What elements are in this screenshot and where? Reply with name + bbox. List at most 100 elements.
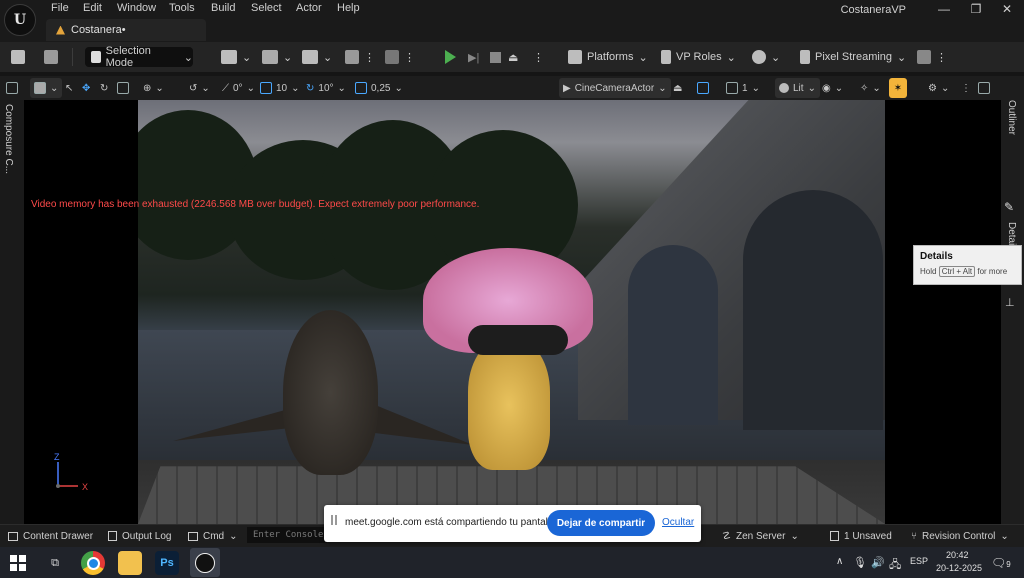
menu-tools[interactable]: Tools [169,2,195,16]
angle-snap-value[interactable]: ↻ 10° ⌄ [306,78,346,98]
volume-icon[interactable]: 🔊 [871,556,885,569]
zen-server-button[interactable]: ☡ Zen Server ⌄ [722,528,799,544]
eject-button[interactable]: ⏏ [508,46,518,68]
toolbar-divider [72,48,73,66]
file-explorer-icon[interactable] [118,551,142,575]
zen-icon: ☡ [722,530,731,542]
viewport-more-icon[interactable]: ⋮ [961,78,971,98]
task-view-icon[interactable]: ⧉ [43,551,67,575]
pixel-streaming-dropdown[interactable]: Pixel Streaming ⌄ [800,46,906,68]
level-tab[interactable]: Costanera• [46,19,206,41]
grid-snap-value[interactable]: 10 ⌄ [260,78,300,98]
realtime-toggle-icon[interactable]: ✶ [889,78,907,98]
output-log-button[interactable]: Output Log [108,528,171,544]
camera-settings-icon[interactable] [697,78,709,98]
scale-tool-icon[interactable] [117,78,129,98]
windows-start-icon[interactable] [8,553,28,573]
menu-window[interactable]: Window [117,2,156,16]
build-button[interactable]: ⋮ [345,46,375,68]
language-indicator[interactable]: ESP [910,556,928,566]
play-button[interactable] [445,46,456,68]
level-viewport[interactable] [24,100,1001,524]
add-actor-button[interactable]: ⌄ [221,46,251,68]
close-button[interactable]: ✕ [993,0,1021,18]
composure-tab[interactable]: Composure C... [3,104,14,174]
content-drawer-button[interactable]: Content Drawer [8,528,93,544]
seal-figure [283,310,378,475]
platforms-dropdown[interactable]: Platforms ⌄ [568,46,648,68]
maximize-viewport-icon[interactable] [978,78,990,98]
eject-camera-icon[interactable]: ⏏ [673,78,682,98]
cinematics-button[interactable]: ⌄ [302,46,332,68]
hide-link[interactable]: Ocultar [662,517,694,528]
menu-edit[interactable]: Edit [83,2,102,16]
save-icon[interactable] [11,46,25,68]
scale-snap-value[interactable]: 0,25 ⌄ [355,78,403,98]
view-count-dropdown[interactable]: 1 ⌄ [726,78,760,98]
outliner-tab[interactable]: Outliner [1006,100,1017,135]
camera-actor-dropdown[interactable]: ▶ CineCameraActor ⌄ [559,78,671,98]
viewport-layout-icon[interactable] [6,78,18,98]
camera-icon: ▶ [563,82,571,94]
vp-roles-dropdown[interactable]: VP Roles ⌄ [661,46,736,68]
pixel-streaming-label: Pixel Streaming [815,51,893,63]
console-input[interactable]: Enter Console [247,527,327,543]
blueprint-button[interactable]: ⌄ [262,46,292,68]
rotate-snap-value[interactable]: ⟋ 0° ⌄ [222,78,255,98]
selection-mode-icon [91,51,101,63]
clock-time[interactable]: 20:42 [946,550,969,560]
view-mode-dropdown[interactable]: Lit ⌄ [775,78,820,98]
show-flags-icon[interactable]: ◉ ⌄ [822,78,843,98]
translate-tool-icon[interactable]: ✥ [82,78,90,98]
chrome-icon[interactable] [81,551,105,575]
scene-render [138,100,885,524]
project-name: CostaneraVP [840,4,906,16]
unsaved-button[interactable]: 1 Unsaved [830,528,892,544]
minimize-button[interactable]: — [930,0,958,18]
restore-button[interactable]: ❐ [962,0,990,18]
select-tool-icon[interactable]: ↖ [65,78,73,98]
world-space-icon[interactable]: ⊕ ⌄ [143,78,164,98]
modeling-tools-button[interactable]: ⋮ [385,46,415,68]
performance-icon[interactable]: ✧ ⌄ [860,78,881,98]
advance-frame-button[interactable]: ▶| [468,46,479,68]
platforms-icon [568,50,582,64]
unsaved-label: 1 Unsaved [844,530,892,542]
vp-roles-label: VP Roles [676,51,722,63]
brush-icon[interactable]: ✎ [1004,200,1020,216]
menu-select[interactable]: Select [251,2,282,16]
tray-expand-icon[interactable]: ∧ [836,556,843,567]
network-icon[interactable]: 🖧 [889,556,901,575]
menu-help[interactable]: Help [337,2,360,16]
vcam-button[interactable]: ⌄ [752,46,780,68]
drag-handle-icon[interactable] [331,515,337,525]
level-tab-label: Costanera• [71,24,126,36]
rotate-tool-icon[interactable]: ↻ [100,78,108,98]
selection-mode-label: Selection Mode [105,45,151,69]
surface-snap-button[interactable]: ↺ ⌄ [189,78,210,98]
pin-icon[interactable]: ⊥ [1005,296,1019,310]
play-options-button[interactable]: ⋮ [533,46,544,68]
menu-build[interactable]: Build [211,2,235,16]
revision-control-button[interactable]: ⑂ Revision Control ⌄ [911,528,1009,544]
microphone-icon[interactable]: 🎙 [853,556,867,569]
camera-options-button[interactable]: ⋮ [917,46,947,68]
chevron-down-icon: ⌄ [183,51,193,64]
level-icon [56,25,65,35]
revision-control-label: Revision Control [922,530,996,542]
menu-actor[interactable]: Actor [296,2,322,16]
cmd-dropdown[interactable]: Cmd ⌄ [188,528,238,544]
content-browse-icon[interactable] [44,46,58,68]
viewport-settings-icon[interactable]: ⚙ ⌄ [928,78,949,98]
viewport-options-button[interactable]: ⌄ [30,78,63,98]
stop-button[interactable] [490,46,501,68]
notifications-icon[interactable]: 🗨9 [991,556,1011,570]
unreal-logo-icon[interactable]: U [4,4,36,36]
content-drawer-icon [8,531,18,541]
menu-file[interactable]: File [51,2,69,16]
stop-sharing-button[interactable]: Dejar de compartir [547,510,655,536]
photoshop-icon[interactable]: Ps [155,551,179,575]
clock-date[interactable]: 20-12-2025 [936,563,982,573]
unreal-taskbar-icon[interactable] [190,548,220,577]
selection-mode-dropdown[interactable]: Selection Mode ⌄ [85,45,193,69]
